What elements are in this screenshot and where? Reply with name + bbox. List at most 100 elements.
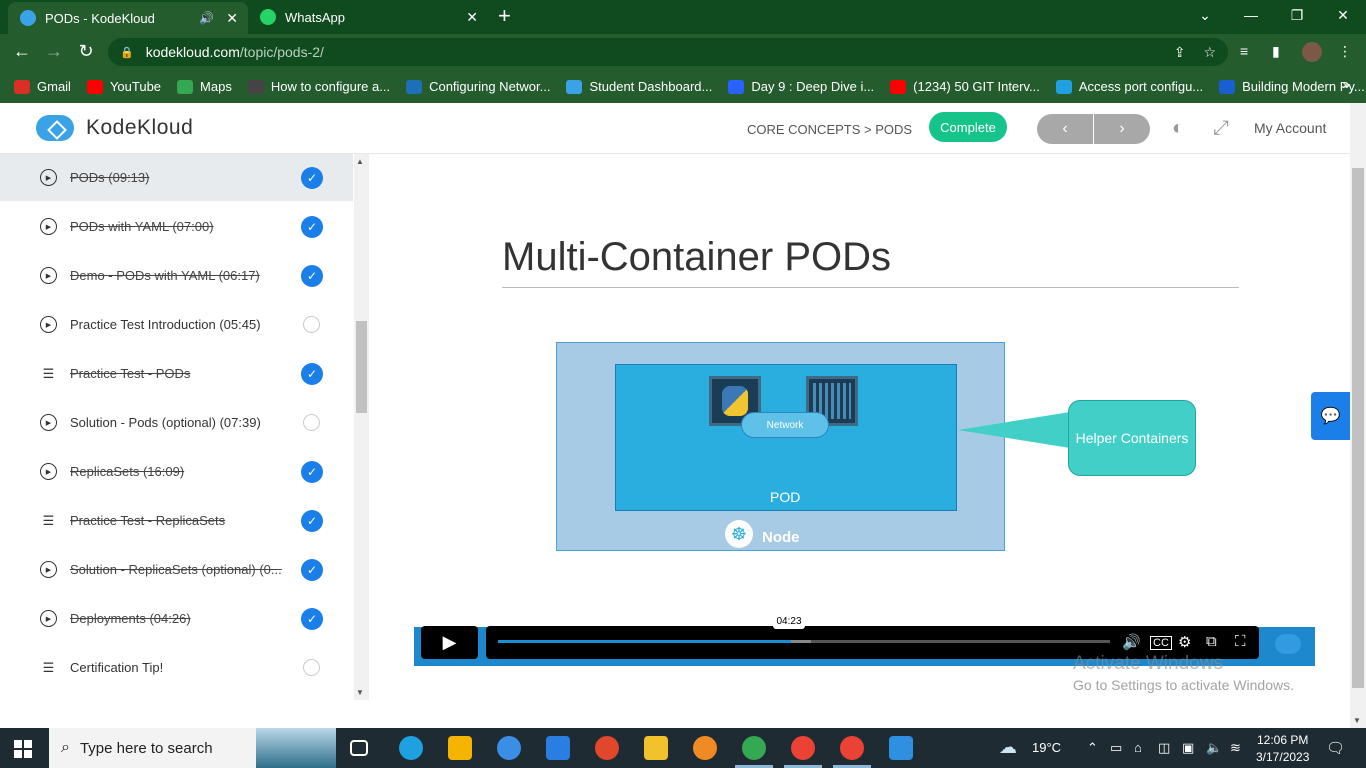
next-lesson-button[interactable]: › — [1094, 114, 1150, 144]
completed-check-icon[interactable]: ✓ — [301, 166, 323, 189]
incomplete-circle-icon[interactable] — [303, 414, 320, 431]
lock-icon[interactable]: 🔒 — [120, 46, 134, 59]
chat-icon[interactable]: 💬 — [1311, 392, 1350, 440]
more-bookmarks-icon[interactable]: » — [1342, 76, 1350, 92]
bookmark-item[interactable]: Configuring Networ... — [406, 79, 550, 94]
app-orange-icon[interactable] — [693, 736, 717, 760]
profile-avatar[interactable] — [1302, 42, 1322, 62]
page-scroll-down-icon[interactable]: ▼ — [1353, 716, 1361, 725]
completed-check-icon[interactable]: ✓ — [301, 460, 323, 483]
lesson-item[interactable]: ☰ Practice Test - ReplicaSets ✓ — [0, 497, 353, 544]
taskbar-clock[interactable]: 12:06 PM 3/17/2023 — [1256, 732, 1309, 766]
meet-icon[interactable]: ◫ — [1158, 740, 1170, 756]
scroll-down-icon[interactable]: ▼ — [356, 688, 364, 697]
reload-icon[interactable]: ↻ — [75, 41, 97, 62]
taskbar-search[interactable]: ⌕ Type here to search — [49, 728, 336, 768]
picture-in-picture-icon[interactable]: ⧉ — [1206, 633, 1217, 650]
scroll-up-icon[interactable]: ▲ — [356, 157, 364, 166]
bookmark-item[interactable]: Maps — [177, 79, 232, 94]
completed-check-icon[interactable]: ✓ — [301, 362, 323, 385]
kodekloud-logo[interactable]: KodeKloud — [36, 115, 193, 141]
chrome-icon[interactable] — [742, 736, 766, 760]
lesson-item[interactable]: ▶ PODs (09:13) ✓ — [0, 154, 353, 201]
weather-temperature[interactable]: 19°C — [1032, 740, 1061, 755]
speaker-icon[interactable]: 🔈 — [1206, 740, 1222, 756]
captions-icon[interactable]: CC — [1150, 636, 1172, 650]
lesson-item[interactable]: ▶ Practice Test Introduction (05:45) — [0, 301, 353, 348]
bookmark-item[interactable]: Day 9 : Deep Dive i... — [728, 79, 874, 94]
media-control-icon[interactable]: ≡ — [1240, 43, 1248, 59]
incomplete-circle-icon[interactable] — [303, 316, 320, 333]
chrome-profile-2-icon[interactable] — [791, 736, 815, 760]
video-fullscreen-icon[interactable]: ⛶ — [1235, 633, 1246, 650]
share-icon[interactable]: ⇪ — [1174, 44, 1186, 61]
lesson-item[interactable]: ▶ Demo - PODs with YAML (06:17) ✓ — [0, 252, 353, 299]
fullscreen-icon[interactable]: ⤢ — [1213, 117, 1229, 140]
back-icon[interactable]: ← — [11, 41, 33, 62]
previous-lesson-button[interactable]: ‹ — [1037, 114, 1093, 144]
completed-check-icon[interactable]: ✓ — [301, 215, 323, 238]
completed-check-icon[interactable]: ✓ — [301, 558, 323, 581]
chrome-profile-3-icon[interactable] — [840, 736, 864, 760]
weather-cloud-icon[interactable]: ☁ — [999, 737, 1017, 758]
sidebar-scrollbar[interactable] — [354, 154, 369, 700]
close-window-icon[interactable]: ✕ — [1320, 0, 1366, 30]
tab-whatsapp[interactable]: WhatsApp ✕ — [252, 0, 488, 34]
play-icon[interactable]: ▶ — [421, 626, 478, 659]
mail-icon[interactable] — [546, 736, 570, 760]
app-red-icon[interactable] — [595, 736, 619, 760]
my-account-link[interactable]: My Account — [1254, 120, 1326, 136]
battery-icon[interactable]: ▭ — [1110, 740, 1122, 756]
network-icon[interactable]: ⌂ — [1134, 740, 1142, 755]
lesson-item[interactable]: ▶ Solution - Pods (optional) (07:39) — [0, 399, 353, 446]
sidebar-scroll-thumb[interactable] — [356, 321, 367, 413]
page-scroll-thumb[interactable] — [1352, 168, 1364, 688]
display-icon[interactable]: ▣ — [1182, 740, 1194, 756]
incomplete-circle-icon[interactable] — [303, 659, 320, 676]
close-tab-icon[interactable]: ✕ — [466, 9, 478, 26]
lesson-item[interactable]: ▶ ReplicaSets (16:09) ✓ — [0, 448, 353, 495]
completed-check-icon[interactable]: ✓ — [301, 509, 323, 532]
bookmark-item[interactable]: Gmail — [14, 79, 71, 94]
dark-mode-toggle-icon[interactable]: ◐ — [1172, 117, 1184, 140]
audio-playing-icon[interactable]: 🔊 — [199, 11, 214, 25]
close-tab-icon[interactable]: ✕ — [226, 10, 238, 27]
bookmark-item[interactable]: Student Dashboard... — [566, 79, 712, 94]
lesson-item[interactable]: ▶ Deployments (04:26) ✓ — [0, 595, 353, 642]
edge-icon[interactable] — [399, 736, 423, 760]
forward-icon[interactable]: → — [43, 41, 65, 62]
store-icon[interactable] — [448, 736, 472, 760]
volume-icon[interactable]: 🔊 — [1122, 633, 1141, 651]
bookmark-item[interactable]: (1234) 50 GIT Interv... — [890, 79, 1040, 94]
task-view-icon[interactable] — [350, 740, 368, 756]
tab-kodekloud[interactable]: PODs - KodeKloud 🔊 ✕ — [8, 2, 248, 34]
bookmark-item[interactable]: YouTube — [86, 79, 161, 94]
bookmark-star-icon[interactable]: ☆ — [1203, 44, 1216, 61]
lesson-item[interactable]: ▶ PODs with YAML (07:00) ✓ — [0, 203, 353, 250]
settings-gear-icon[interactable]: ⚙ — [1178, 633, 1191, 651]
show-hidden-icons-icon[interactable]: ⌃ — [1087, 740, 1098, 756]
lesson-item[interactable]: ☰Practice Test - Deployments✓ — [0, 693, 353, 700]
lesson-item[interactable]: ☰ Practice Test - PODs ✓ — [0, 350, 353, 397]
wifi-icon[interactable]: ≋ — [1230, 740, 1241, 756]
complete-button[interactable]: Complete — [929, 112, 1007, 142]
vscode-icon[interactable] — [889, 736, 913, 760]
progress-fill[interactable] — [498, 640, 791, 643]
file-explorer-icon[interactable] — [644, 736, 668, 760]
bookmark-item[interactable]: Access port configu... — [1055, 79, 1203, 94]
app-blue-icon[interactable] — [497, 736, 521, 760]
side-panel-icon[interactable]: ▮ — [1272, 43, 1280, 60]
tab-search-chevron-icon[interactable]: ⌄ — [1182, 0, 1228, 30]
windows-start-icon[interactable] — [14, 740, 32, 758]
browser-menu-icon[interactable]: ⋮ — [1338, 43, 1352, 60]
lesson-item[interactable]: ☰ Certification Tip! — [0, 644, 353, 691]
new-tab-icon[interactable]: + — [498, 5, 511, 27]
bookmark-item[interactable]: How to configure a... — [247, 79, 390, 94]
notification-center-icon[interactable]: 🗨 — [1326, 739, 1345, 757]
completed-check-icon[interactable]: ✓ — [301, 607, 323, 630]
lesson-item[interactable]: ▶ Solution - ReplicaSets (optional) (0...… — [0, 546, 353, 593]
minimize-icon[interactable]: — — [1228, 0, 1274, 30]
restore-icon[interactable]: ❐ — [1274, 0, 1320, 30]
completed-check-icon[interactable]: ✓ — [301, 264, 323, 287]
address-bar[interactable]: 🔒 kodekloud.com/topic/pods-2/ ⇪ ☆ — [108, 38, 1228, 66]
